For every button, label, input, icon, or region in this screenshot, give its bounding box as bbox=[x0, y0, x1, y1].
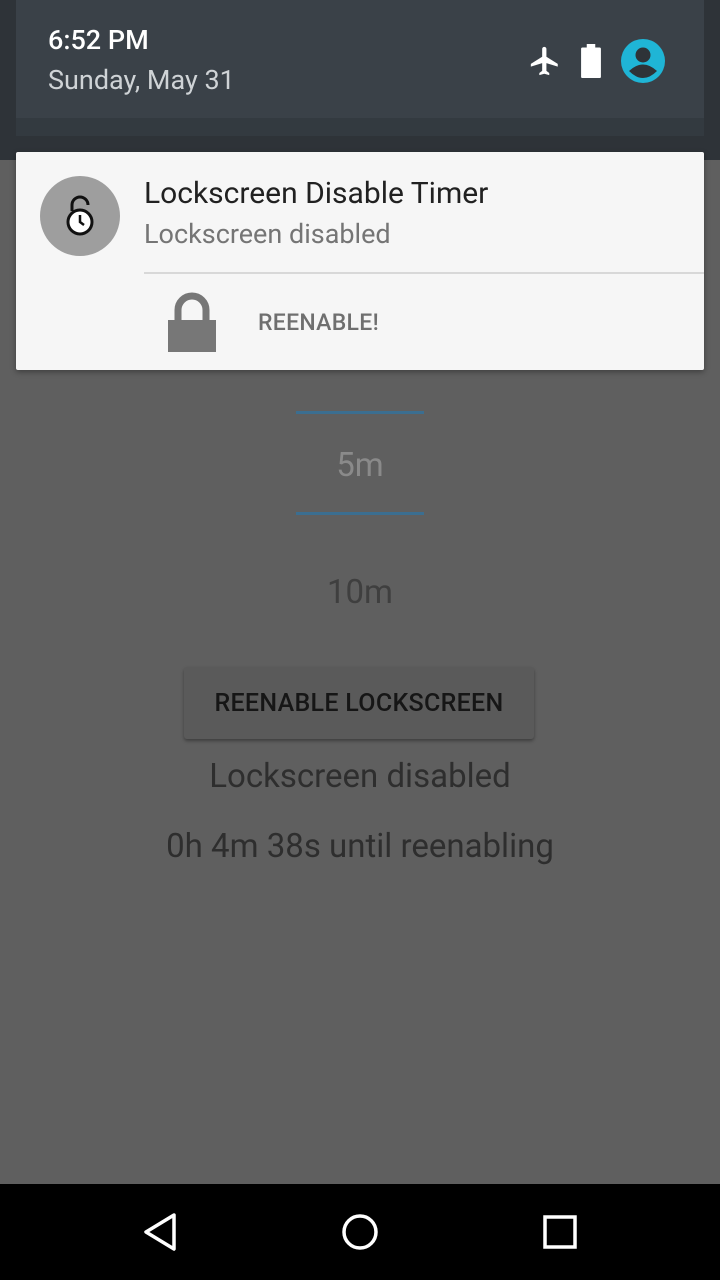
clock: 6:52 PM bbox=[48, 24, 149, 56]
notification-divider bbox=[144, 272, 704, 274]
recents-icon[interactable] bbox=[534, 1206, 586, 1258]
navigation-bar bbox=[0, 1184, 720, 1280]
picker-divider-top bbox=[296, 411, 424, 414]
reenable-action-button[interactable]: REENABLE! bbox=[164, 286, 464, 358]
reenable-lockscreen-button[interactable]: REENABLE LOCKSCREEN bbox=[184, 667, 534, 739]
lock-icon bbox=[164, 290, 220, 354]
picker-divider-bottom bbox=[296, 512, 424, 515]
airplane-icon bbox=[528, 44, 562, 78]
lockscreen-status-text: Lockscreen disabled bbox=[209, 757, 511, 796]
system-icons bbox=[528, 38, 666, 84]
date: Sunday, May 31 bbox=[48, 64, 235, 96]
picker-next-value[interactable]: 10m bbox=[0, 573, 720, 612]
back-icon[interactable] bbox=[134, 1206, 186, 1258]
picker-selected-value[interactable]: 5m bbox=[0, 446, 720, 485]
notification-title: Lockscreen Disable Timer bbox=[144, 176, 489, 211]
notification-text: Lockscreen disabled bbox=[144, 218, 391, 250]
countdown-text: 0h 4m 38s until reenabling bbox=[166, 827, 554, 866]
battery-icon bbox=[580, 44, 602, 78]
reenable-action-label: REENABLE! bbox=[258, 308, 379, 336]
notification-card[interactable]: Lockscreen Disable Timer Lockscreen disa… bbox=[16, 152, 704, 370]
account-icon[interactable] bbox=[620, 38, 666, 84]
lock-timer-icon bbox=[40, 176, 120, 256]
home-icon[interactable] bbox=[334, 1206, 386, 1258]
